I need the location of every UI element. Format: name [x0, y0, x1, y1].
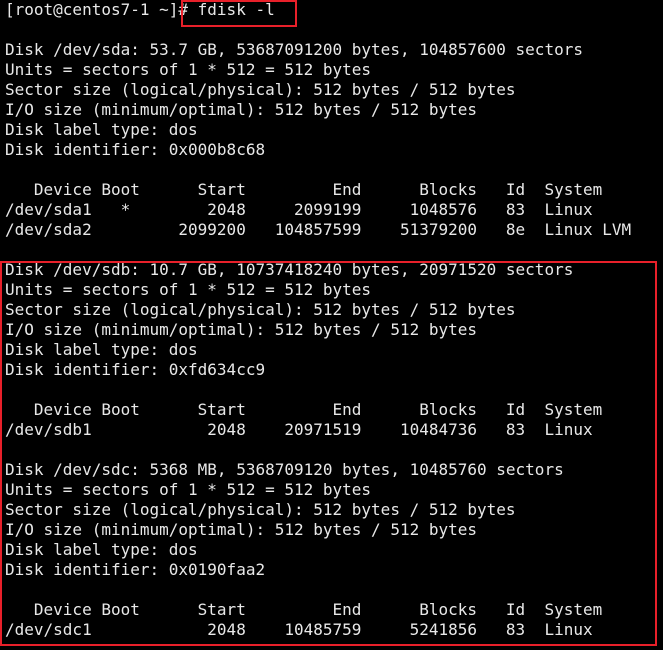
command-highlight-box	[181, 0, 297, 27]
shell-prompt: [root@centos7-1 ~]	[5, 0, 179, 19]
new-disks-highlight-box	[0, 261, 657, 646]
output-line: I/O size (minimum/optimal): 512 bytes / …	[5, 100, 478, 119]
partition-row: /dev/sda1 * 2048 2099199 1048576 83 Linu…	[5, 200, 593, 219]
output-line: Disk /dev/sda: 53.7 GB, 53687091200 byte…	[5, 40, 583, 59]
output-line: Disk label type: dos	[5, 120, 198, 139]
partition-table-header: Device Boot Start End Blocks Id System	[5, 180, 603, 199]
output-line: Sector size (logical/physical): 512 byte…	[5, 80, 516, 99]
partition-row: /dev/sda2 2099200 104857599 51379200 8e …	[5, 220, 632, 239]
output-line: Disk identifier: 0x000b8c68	[5, 140, 266, 159]
output-line: Units = sectors of 1 * 512 = 512 bytes	[5, 60, 372, 79]
command-line: [root@centos7-1 ~]# fdisk -l	[5, 0, 663, 20]
